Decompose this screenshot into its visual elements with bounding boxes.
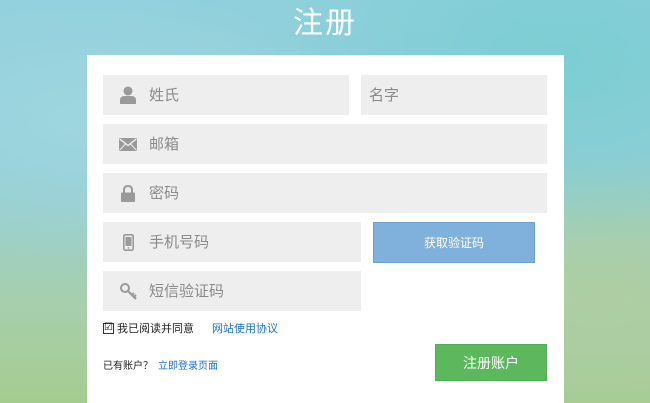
first-name-field	[361, 75, 563, 115]
register-submit-button[interactable]: 注册账户	[435, 344, 547, 381]
phone-input[interactable]	[149, 222, 361, 262]
phone-field	[103, 222, 361, 262]
email-field	[103, 124, 547, 164]
agree-checkbox[interactable]: ☑	[103, 322, 114, 334]
sms-code-field	[103, 271, 361, 311]
user-icon	[109, 75, 147, 115]
agree-row: ☑ 我已阅读并同意 网站使用协议	[103, 320, 278, 336]
password-field	[103, 173, 547, 213]
envelope-icon	[109, 124, 147, 164]
page-title: 注册	[293, 6, 357, 41]
login-link[interactable]: 立即登录页面	[158, 357, 218, 372]
register-card: 获取验证码 ☑ 我已阅读并同意 网站使用协议 已有账户？ 立即登录页面 注册账户	[87, 55, 564, 403]
has-account-label: 已有账户？	[103, 361, 153, 372]
last-name-field	[103, 75, 349, 115]
agree-label: 我已阅读并同意	[117, 322, 194, 335]
email-input[interactable]	[149, 124, 547, 164]
first-name-input[interactable]	[361, 75, 563, 115]
last-name-input[interactable]	[149, 75, 349, 115]
lock-icon	[109, 173, 147, 213]
password-input[interactable]	[149, 173, 547, 213]
login-row: 已有账户？ 立即登录页面	[103, 357, 218, 372]
terms-link[interactable]: 网站使用协议	[212, 320, 278, 336]
mobile-phone-icon	[109, 222, 147, 262]
key-icon	[109, 271, 147, 311]
get-code-button[interactable]: 获取验证码	[373, 222, 535, 263]
sms-code-input[interactable]	[149, 271, 361, 311]
